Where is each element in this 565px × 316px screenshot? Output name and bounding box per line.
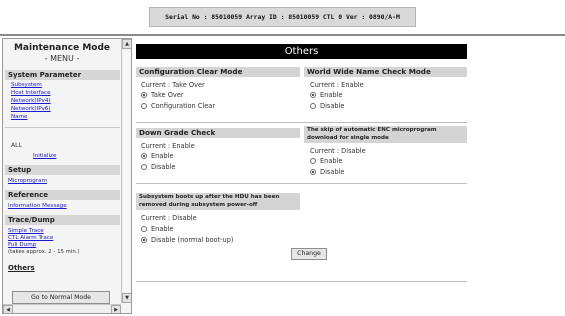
radio-label: Disable (normal boot-up) [151, 236, 234, 244]
menu-link-microprogram[interactable]: Microprogram [8, 178, 47, 185]
enc-skip-current: Current : Disable [310, 147, 366, 155]
radio-label: Enable [320, 91, 343, 99]
scroll-left-icon[interactable]: ◀ [3, 305, 13, 313]
section-others[interactable]: Others [8, 264, 35, 272]
divider [5, 127, 120, 128]
radio-label: Disable [320, 168, 345, 176]
enc-skip-enable-radio[interactable]: Enable [310, 157, 342, 165]
wwn-check-enable-radio[interactable]: Enable [310, 91, 342, 99]
down-grade-current: Current : Enable [141, 142, 195, 150]
wwn-check-disable-radio[interactable]: Disable [310, 102, 344, 110]
content-frame: Others Configuration Clear Mode Current … [134, 38, 563, 314]
radio-unselected-icon [141, 103, 147, 109]
wwn-check-heading: World Wide Name Check Mode [304, 67, 467, 77]
scrollbar-thumb[interactable] [123, 50, 131, 292]
radio-unselected-icon [141, 164, 147, 170]
section-trace-dump: Trace/Dump [5, 215, 120, 225]
radio-unselected-icon [310, 103, 316, 109]
section-system-parameter: System Parameter [5, 70, 120, 80]
radio-selected-icon [141, 237, 147, 243]
hdd-boot-enable-radio[interactable]: Enable [141, 225, 173, 233]
radio-selected-icon [310, 92, 316, 98]
config-clear-heading: Configuration Clear Mode [136, 67, 300, 77]
menu-header: Maintenance Mode - MENU - [3, 43, 121, 64]
radio-label: Enable [151, 225, 174, 233]
config-clear-take-over-radio[interactable]: Take Over [141, 91, 184, 99]
menu-all-label: ALL [11, 142, 22, 149]
enc-skip-disable-radio[interactable]: Disable [310, 168, 344, 176]
menu-link-network-ipv6[interactable]: Network(IPv6) [11, 106, 51, 113]
config-clear-clear-radio[interactable]: Configuration Clear [141, 102, 215, 110]
radio-selected-icon [310, 169, 316, 175]
menu-link-name[interactable]: Name [11, 114, 28, 121]
menu-link-information-message[interactable]: Information Message [8, 203, 67, 210]
wwn-check-current: Current : Enable [310, 81, 364, 89]
menu-link-subsystem[interactable]: Subsystem [11, 82, 42, 89]
menu-subtitle: - MENU - [44, 54, 80, 63]
serial-info: Serial No : 85010059 Array ID : 85010059… [149, 7, 416, 27]
go-to-normal-mode-button[interactable]: Go to Normal Mode [12, 291, 110, 304]
menu-link-full-dump[interactable]: Full Dump [8, 242, 36, 249]
section-divider [136, 281, 467, 282]
down-grade-enable-radio[interactable]: Enable [141, 152, 173, 160]
menu-title: Maintenance Mode [13, 43, 111, 53]
radio-selected-icon [141, 153, 147, 159]
radio-label: Configuration Clear [151, 102, 216, 110]
section-divider [136, 122, 467, 123]
scroll-up-icon[interactable]: ▲ [122, 39, 131, 49]
full-dump-note: (takes approx. 2 - 15 min.) [8, 249, 80, 255]
radio-selected-icon [141, 92, 147, 98]
menu-link-network-ipv4[interactable]: Network(IPv4) [11, 98, 51, 105]
radio-label: Disable [320, 102, 345, 110]
scroll-right-icon[interactable]: ▶ [111, 305, 121, 313]
down-grade-heading: Down Grade Check [136, 128, 300, 138]
menu-link-host-interface[interactable]: Host Interface [11, 90, 51, 97]
menu-link-initialize[interactable]: Initialize [33, 153, 56, 160]
section-reference: Reference [5, 190, 120, 200]
config-clear-current: Current : Take Over [141, 81, 205, 89]
section-divider [136, 183, 467, 184]
hdd-boot-current: Current : Disable [141, 214, 197, 222]
menu-link-ctl-alarm-trace[interactable]: CTL Alarm Trace [8, 235, 53, 242]
page-title: Others [136, 44, 467, 59]
radio-label: Enable [320, 157, 343, 165]
hdd-boot-heading: Subsystem boots up after the HDU has bee… [136, 193, 300, 210]
radio-label: Enable [151, 152, 174, 160]
menu-link-simple-trace[interactable]: Simple Trace [8, 228, 44, 235]
menu-vertical-scrollbar[interactable]: ▲ ▼ [121, 39, 131, 303]
radio-unselected-icon [141, 226, 147, 232]
menu-horizontal-scrollbar[interactable]: ◀ ▶ [3, 304, 121, 313]
section-setup: Setup [5, 165, 120, 175]
menu-frame: Maintenance Mode - MENU - System Paramet… [2, 38, 132, 314]
radio-label: Disable [151, 163, 176, 171]
scroll-down-icon[interactable]: ▼ [122, 293, 131, 303]
hdd-boot-disable-radio[interactable]: Disable (normal boot-up) [141, 236, 233, 244]
change-button[interactable]: Change [291, 248, 327, 260]
down-grade-disable-radio[interactable]: Disable [141, 163, 175, 171]
top-status-bar: Serial No : 85010059 Array ID : 85010059… [0, 0, 565, 36]
radio-unselected-icon [310, 158, 316, 164]
radio-label: Take Over [151, 91, 184, 99]
enc-skip-heading: The skip of automatic ENC microprogram d… [304, 126, 467, 143]
